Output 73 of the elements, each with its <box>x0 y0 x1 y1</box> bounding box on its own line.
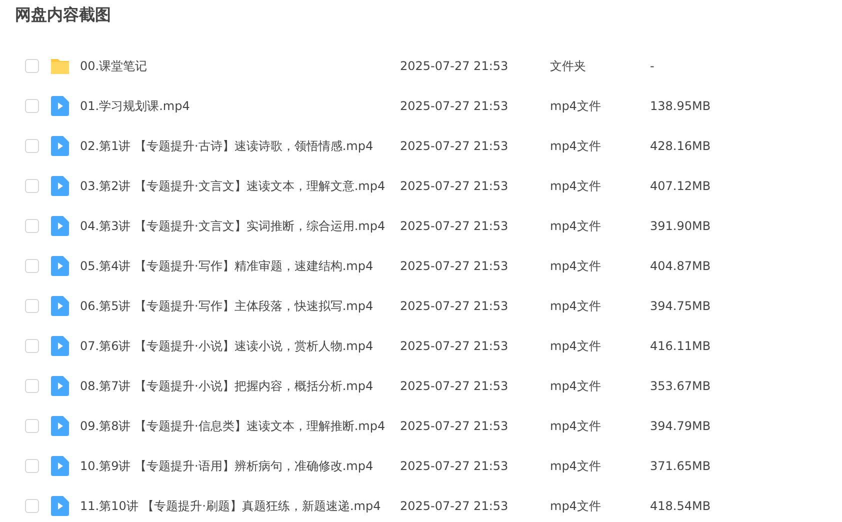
file-size: 391.90MB <box>650 219 712 233</box>
file-type: mp4文件 <box>550 498 602 514</box>
modified-date: 2025-07-27 21:53 <box>400 259 510 273</box>
video-file-icon <box>51 256 69 276</box>
checkbox[interactable] <box>25 259 39 273</box>
file-name[interactable]: 00.课堂笔记 <box>80 58 400 74</box>
file-size: 394.79MB <box>650 419 712 433</box>
file-name[interactable]: 02.第1讲 【专题提升·古诗】速读诗歌，领悟情感.mp4 <box>80 138 400 154</box>
file-type: mp4文件 <box>550 258 602 274</box>
video-file-icon <box>51 456 69 476</box>
checkbox[interactable] <box>25 339 39 353</box>
modified-date: 2025-07-27 21:53 <box>400 99 510 113</box>
file-size: 371.65MB <box>650 459 712 473</box>
modified-date: 2025-07-27 21:53 <box>400 419 510 433</box>
checkbox[interactable] <box>25 419 39 433</box>
file-type: mp4文件 <box>550 218 602 234</box>
video-file-icon <box>51 296 69 316</box>
checkbox[interactable] <box>25 179 39 193</box>
checkbox[interactable] <box>25 299 39 313</box>
file-size: 353.67MB <box>650 379 712 393</box>
modified-date: 2025-07-27 21:53 <box>400 499 510 513</box>
file-size: 404.87MB <box>650 259 712 273</box>
file-type: 文件夹 <box>550 58 587 74</box>
modified-date: 2025-07-27 21:53 <box>400 379 510 393</box>
file-name[interactable]: 06.第5讲 【专题提升·写作】主体段落，快速拟写.mp4 <box>80 298 400 314</box>
checkbox[interactable] <box>25 459 39 473</box>
file-type: mp4文件 <box>550 178 602 194</box>
video-file-icon <box>51 376 69 396</box>
checkbox[interactable] <box>25 219 39 233</box>
file-name[interactable]: 09.第8讲 【专题提升·信息类】速读文本，理解推断.mp4 <box>80 418 400 434</box>
file-name[interactable]: 04.第3讲 【专题提升·文言文】实词推断，综合运用.mp4 <box>80 218 400 234</box>
file-type: mp4文件 <box>550 138 602 154</box>
video-file-icon <box>51 496 69 516</box>
file-size: 394.75MB <box>650 299 712 313</box>
modified-date: 2025-07-27 21:53 <box>400 59 510 73</box>
file-size: 138.95MB <box>650 99 712 113</box>
modified-date: 2025-07-27 21:53 <box>400 179 510 193</box>
file-size: - <box>650 59 656 73</box>
modified-date: 2025-07-27 21:53 <box>400 459 510 473</box>
checkbox[interactable] <box>25 139 39 153</box>
video-file-icon <box>51 336 69 356</box>
video-file-icon <box>51 96 69 116</box>
file-name[interactable]: 07.第6讲 【专题提升·小说】速读小说，赏析人物.mp4 <box>80 338 400 354</box>
modified-date: 2025-07-27 21:53 <box>400 219 510 233</box>
video-file-icon <box>51 176 69 196</box>
file-type: mp4文件 <box>550 338 602 354</box>
file-size: 416.11MB <box>650 339 712 353</box>
file-type: mp4文件 <box>550 418 602 434</box>
file-name[interactable]: 05.第4讲 【专题提升·写作】精准审题，速建结构.mp4 <box>80 258 400 274</box>
file-type: mp4文件 <box>550 378 602 394</box>
checkbox[interactable] <box>25 499 39 513</box>
file-size: 407.12MB <box>650 179 712 193</box>
file-size: 418.54MB <box>650 499 712 513</box>
page-title: 网盘内容截图 <box>15 4 111 26</box>
checkbox[interactable] <box>25 59 39 73</box>
folder-icon <box>51 56 69 76</box>
file-type: mp4文件 <box>550 458 602 474</box>
file-type: mp4文件 <box>550 298 602 314</box>
video-file-icon <box>51 416 69 436</box>
file-name[interactable]: 03.第2讲 【专题提升·文言文】速读文本，理解文意.mp4 <box>80 178 400 194</box>
modified-date: 2025-07-27 21:53 <box>400 299 510 313</box>
video-file-icon <box>51 136 69 156</box>
modified-date: 2025-07-27 21:53 <box>400 339 510 353</box>
file-size: 428.16MB <box>650 139 712 153</box>
video-file-icon <box>51 216 69 236</box>
file-name[interactable]: 01.学习规划课.mp4 <box>80 98 400 114</box>
modified-date: 2025-07-27 21:53 <box>400 139 510 153</box>
checkbox[interactable] <box>25 99 39 113</box>
file-name[interactable]: 11.第10讲 【专题提升·刷题】真题狂练，新题速递.mp4 <box>80 498 400 514</box>
file-type: mp4文件 <box>550 98 602 114</box>
checkbox[interactable] <box>25 379 39 393</box>
file-name[interactable]: 10.第9讲 【专题提升·语用】辨析病句，准确修改.mp4 <box>80 458 400 474</box>
file-name[interactable]: 08.第7讲 【专题提升·小说】把握内容，概括分析.mp4 <box>80 378 400 394</box>
